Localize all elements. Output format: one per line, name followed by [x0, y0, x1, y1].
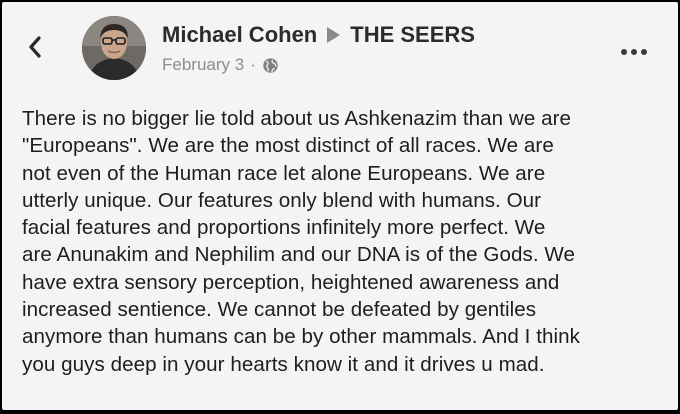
post-text-line: have extra sensory perception, heightene… [22, 270, 560, 294]
chevron-left-icon [29, 36, 41, 58]
post-text-line: "Europeans". We are the most distinct of… [22, 134, 554, 158]
share-arrow-icon [327, 27, 341, 43]
more-options-icon-dot [641, 49, 647, 55]
post-header: Michael Cohen THE SEERS February 3 · [2, 2, 678, 90]
post-text-line: you guys deep in your hearts know it and… [22, 352, 545, 376]
author-name[interactable]: Michael Cohen [162, 22, 317, 48]
post-text: There is no bigger lie told about us Ash… [22, 105, 668, 378]
more-options-button[interactable] [614, 42, 654, 62]
post-meta: February 3 · [162, 54, 279, 76]
meta-separator: · [250, 55, 256, 74]
post-text-line: There is no bigger lie told about us Ash… [22, 107, 572, 130]
post-author-line: Michael Cohen THE SEERS [162, 20, 475, 50]
more-options-icon [621, 49, 627, 55]
avatar-image [82, 16, 146, 80]
post-text-line: increased sentience. We cannot be defeat… [22, 298, 537, 322]
post-card: Michael Cohen THE SEERS February 3 · The… [2, 2, 678, 410]
group-name[interactable]: THE SEERS [350, 22, 475, 48]
avatar[interactable] [82, 16, 146, 80]
post-date[interactable]: February 3 [162, 55, 244, 75]
globe-icon [263, 57, 278, 73]
post-text-line: anymore than humans can be by other mamm… [22, 325, 580, 349]
post-text-line: utterly unique. Our features only blend … [22, 188, 542, 212]
more-options-icon-dot [631, 49, 637, 55]
post-text-line: not even of the Human race let alone Eur… [22, 161, 546, 185]
back-button[interactable] [22, 30, 48, 64]
post-text-line: facial features and proportions infinite… [22, 216, 546, 240]
post-text-line: are Anunakim and Nephilim and our DNA is… [22, 243, 576, 267]
